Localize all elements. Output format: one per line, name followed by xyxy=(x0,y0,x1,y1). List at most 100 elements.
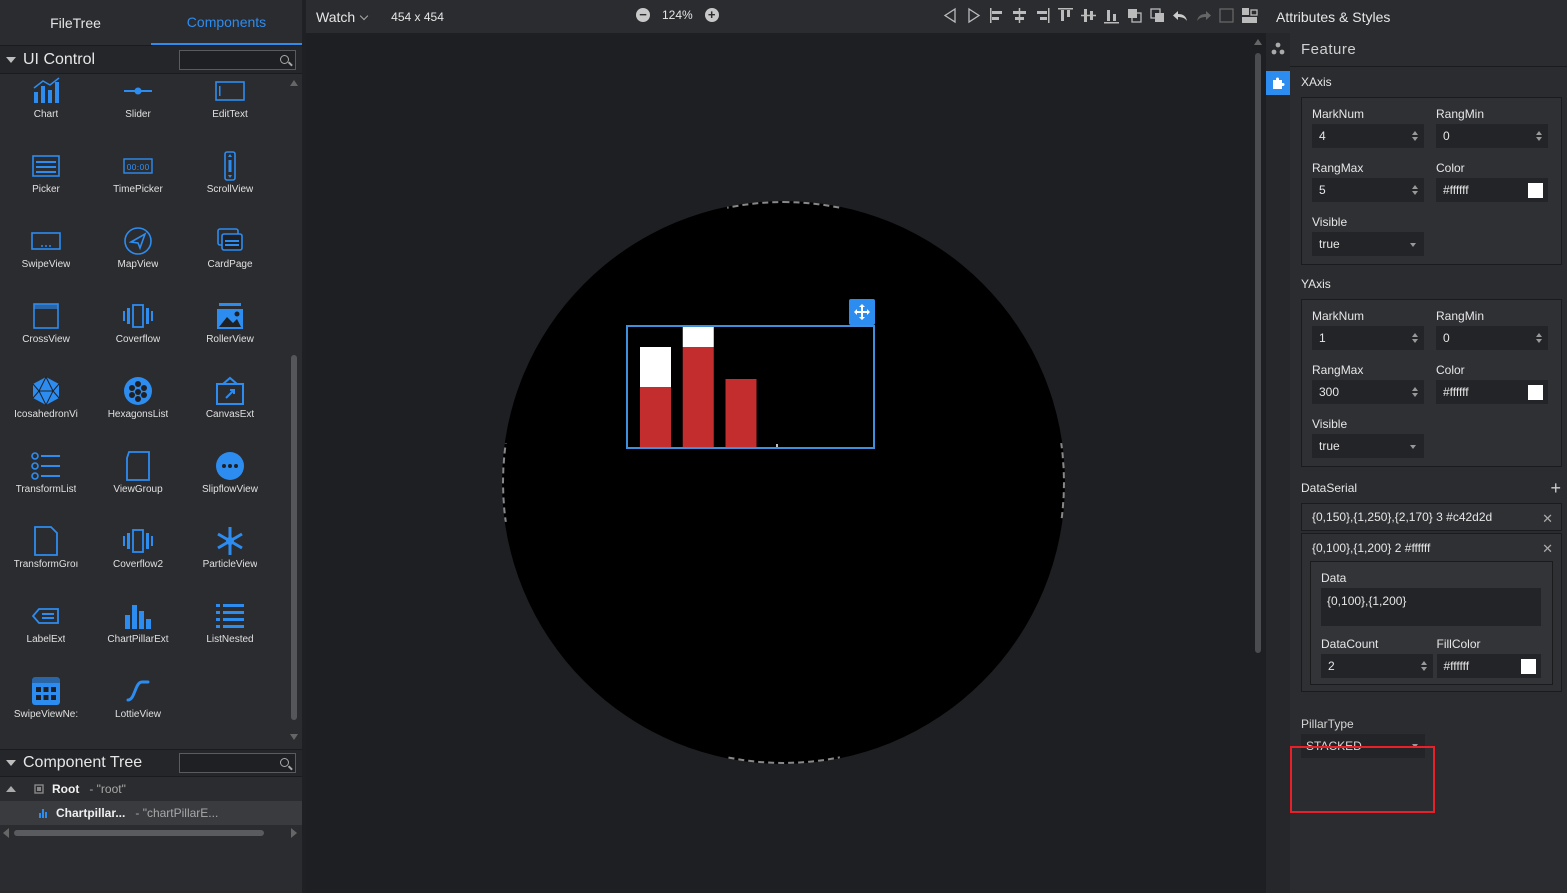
component-label: Chart xyxy=(33,109,59,120)
bring-front-icon[interactable] xyxy=(1126,6,1143,25)
zoom-in-button[interactable]: + xyxy=(704,8,719,22)
y-rangmin-input[interactable]: 0 xyxy=(1436,326,1548,350)
x-rangmax-input[interactable]: 5 xyxy=(1312,178,1424,202)
component-transformlist[interactable]: TransformList xyxy=(0,439,92,514)
align-right-icon[interactable] xyxy=(1034,6,1051,25)
align-center-icon[interactable] xyxy=(1011,6,1028,25)
component-tree: Component Tree Root - "root" Chartpillar… xyxy=(0,749,302,825)
tree-scroll-thumb[interactable] xyxy=(14,830,264,836)
x-rangmin-value: 0 xyxy=(1443,129,1450,143)
tree-node-chartpillar[interactable]: Chartpillar... - "chartPillarE... xyxy=(0,801,302,825)
tree-node-root[interactable]: Root - "root" xyxy=(0,777,302,801)
component-swipeviewne-[interactable]: SwipeViewNe: xyxy=(0,664,92,739)
align-left-icon[interactable] xyxy=(988,6,1005,25)
y-visible-select[interactable]: true xyxy=(1312,434,1424,458)
app-root: FileTree Components UI Control Chart Slid… xyxy=(0,0,1567,893)
send-back-icon[interactable] xyxy=(1149,6,1166,25)
component-icosahedronvi[interactable]: IcosahedronVi xyxy=(0,364,92,439)
y-rangmax-value: 300 xyxy=(1319,385,1340,399)
scroll-up-icon[interactable] xyxy=(290,80,298,86)
component-cardpage[interactable]: CardPage xyxy=(184,214,276,289)
component-viewgroup[interactable]: ViewGroup xyxy=(92,439,184,514)
component-picker[interactable]: Picker xyxy=(0,139,92,214)
scroll-up-icon[interactable] xyxy=(1254,39,1262,45)
component-coverflow2[interactable]: Coverflow2 xyxy=(92,514,184,589)
palette-scroll-thumb[interactable] xyxy=(291,355,297,720)
component-coverflow[interactable]: Coverflow xyxy=(92,289,184,364)
color-swatch[interactable] xyxy=(1520,659,1536,674)
y-color-input[interactable]: #ffffff xyxy=(1436,380,1548,404)
align-middle-icon[interactable] xyxy=(1080,6,1097,25)
layout-icon[interactable] xyxy=(1241,6,1258,25)
component-edittext[interactable]: EditText xyxy=(184,74,276,139)
component-chartpillarext[interactable]: ChartPillarExt xyxy=(92,589,184,664)
component-search-input[interactable] xyxy=(179,49,296,70)
close-icon[interactable]: ✕ xyxy=(1542,541,1553,557)
component-swipeview[interactable]: SwipeView xyxy=(0,214,92,289)
root-node-icon xyxy=(34,784,44,794)
component-hexagonslist[interactable]: HexagonsList xyxy=(92,364,184,439)
square-icon[interactable] xyxy=(1218,6,1235,25)
next-icon[interactable] xyxy=(965,6,982,25)
pillar-bar-series0-1 xyxy=(682,347,714,447)
tree-horizontal-scrollbar[interactable] xyxy=(0,826,300,840)
styles-tab[interactable] xyxy=(1266,37,1290,61)
ui-control-header[interactable]: UI Control xyxy=(0,46,302,74)
tab-components[interactable]: Components xyxy=(151,0,302,45)
align-bottom-icon[interactable] xyxy=(1103,6,1120,25)
fillcolor-input[interactable]: #ffffff xyxy=(1436,654,1541,678)
data-textarea[interactable]: {0,100},{1,200} xyxy=(1321,588,1541,626)
x-rangmin-input[interactable]: 0 xyxy=(1436,124,1548,148)
datacount-input[interactable]: 2 xyxy=(1321,654,1433,678)
color-swatch[interactable] xyxy=(1528,183,1543,198)
expand-up-icon[interactable] xyxy=(6,785,16,793)
component-rollerview[interactable]: RollerView xyxy=(184,289,276,364)
component-crossview[interactable]: CrossView xyxy=(0,289,92,364)
component-slider[interactable]: Slider xyxy=(92,74,184,139)
component-chart[interactable]: Chart xyxy=(0,74,92,139)
component-listnested[interactable]: ListNested xyxy=(184,589,276,664)
device-select[interactable]: Watch xyxy=(316,9,369,25)
scroll-down-icon[interactable] xyxy=(290,734,298,740)
design-canvas[interactable] xyxy=(306,33,1266,893)
component-labelext[interactable]: LabelExt xyxy=(0,589,92,664)
y-color-label: Color xyxy=(1436,363,1465,377)
x-visible-select[interactable]: true xyxy=(1312,232,1424,256)
y-marknum-input[interactable]: 1 xyxy=(1312,326,1424,350)
coverflow-icon xyxy=(123,304,153,328)
component-tree-header[interactable]: Component Tree xyxy=(0,749,302,777)
prev-icon[interactable] xyxy=(942,6,959,25)
move-handle-button[interactable] xyxy=(849,299,875,325)
align-top-icon[interactable] xyxy=(1057,6,1074,25)
component-scrollview[interactable]: ScrollView xyxy=(184,139,276,214)
canvas-scrollbar[interactable] xyxy=(1254,39,1262,659)
add-serial-button[interactable]: + xyxy=(1550,478,1561,499)
chart-pillar-component[interactable] xyxy=(626,267,875,449)
scroll-left-icon[interactable] xyxy=(2,828,10,838)
color-swatch[interactable] xyxy=(1528,385,1543,400)
component-transformgro-[interactable]: TransformGroı xyxy=(0,514,92,589)
x-marknum-input[interactable]: 4 xyxy=(1312,124,1424,148)
collapse-caret-icon[interactable] xyxy=(6,56,16,63)
dataserial-item[interactable]: {0,150},{1,250},{2,170} 3 #c42d2d ✕ xyxy=(1301,503,1562,531)
close-icon[interactable]: ✕ xyxy=(1542,511,1553,527)
collapse-caret-icon[interactable] xyxy=(6,760,16,766)
palette-scrollbar[interactable] xyxy=(290,80,298,740)
undo-icon[interactable] xyxy=(1172,6,1189,25)
tree-search-input[interactable] xyxy=(179,753,296,773)
component-lottieview[interactable]: LottieView xyxy=(92,664,184,739)
x-color-input[interactable]: #ffffff xyxy=(1436,178,1548,202)
y-rangmax-input[interactable]: 300 xyxy=(1312,380,1424,404)
feature-tab[interactable] xyxy=(1266,71,1290,95)
dataserial-item[interactable]: {0,100},{1,200} 2 #ffffff ✕ xyxy=(1301,533,1562,561)
scroll-right-icon[interactable] xyxy=(290,828,298,838)
component-slipflowview[interactable]: SlipflowView xyxy=(184,439,276,514)
zoom-out-button[interactable]: − xyxy=(636,8,650,22)
component-mapview[interactable]: MapView xyxy=(92,214,184,289)
component-timepicker[interactable]: 00:00 TimePicker xyxy=(92,139,184,214)
component-canvasext[interactable]: CanvasExt xyxy=(184,364,276,439)
redo-icon[interactable] xyxy=(1195,6,1212,25)
canvas-scroll-thumb[interactable] xyxy=(1255,53,1261,653)
component-particleview[interactable]: ParticleView xyxy=(184,514,276,589)
tab-filetree[interactable]: FileTree xyxy=(0,0,151,45)
